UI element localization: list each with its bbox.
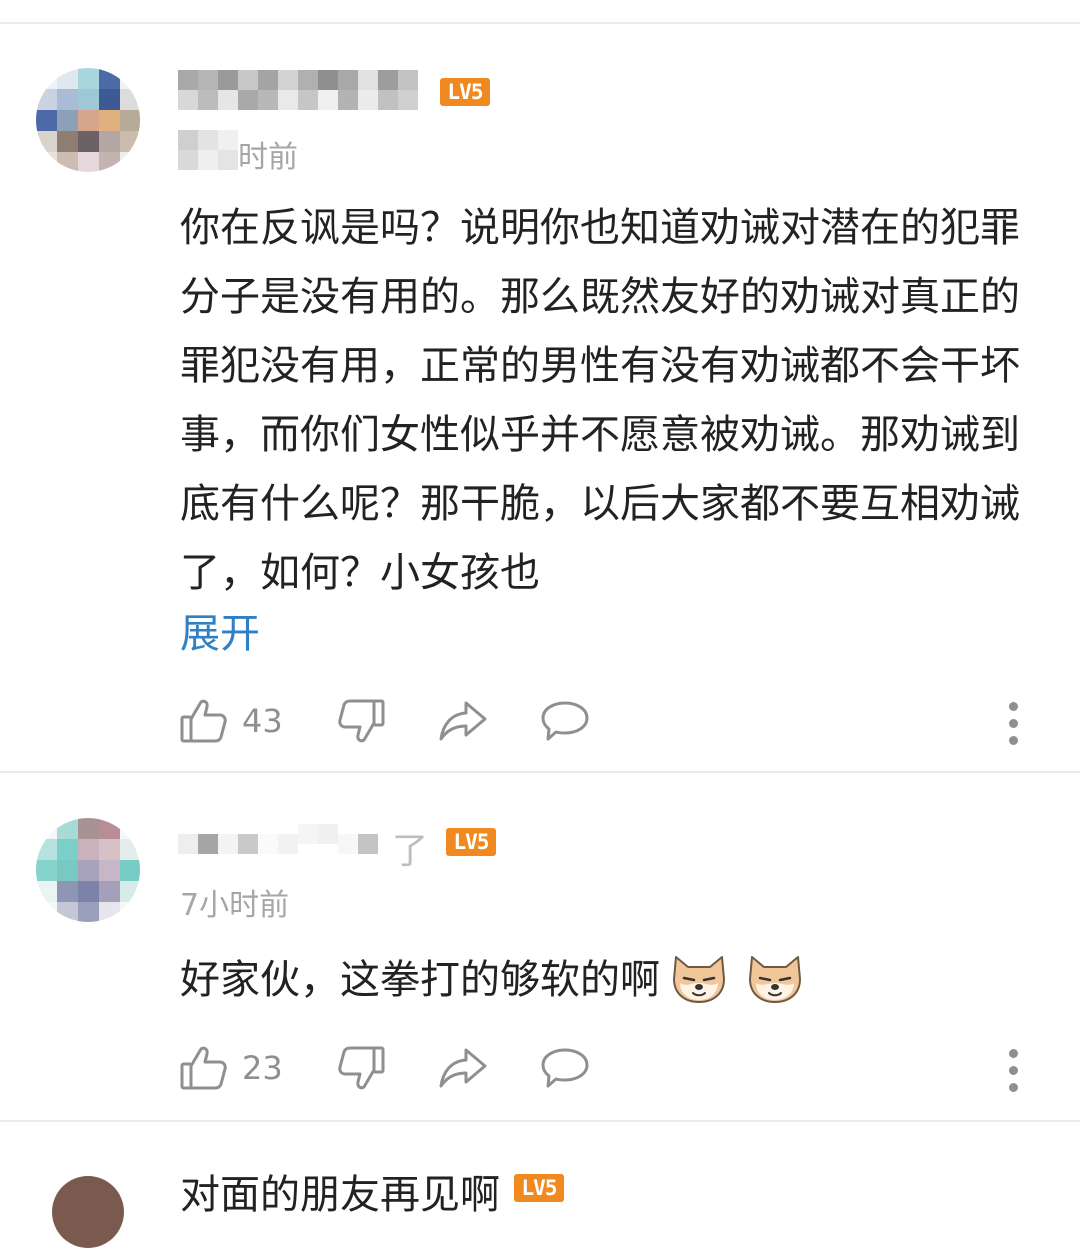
like-count: 23 [242, 1049, 283, 1087]
top-divider [0, 22, 1080, 24]
doge-icon [670, 953, 728, 1005]
reply-button[interactable] [540, 700, 590, 742]
dislike-button[interactable] [337, 1045, 385, 1091]
comment-time: 时前 [238, 140, 298, 175]
username-redacted[interactable] [178, 70, 428, 110]
thumbs-down-icon [337, 1045, 385, 1091]
doge-icon [746, 953, 804, 1005]
comment-text-content: 好家伙，这拳打的够软的啊 [180, 957, 660, 1003]
level-badge: LV5 [446, 828, 496, 856]
expand-link[interactable]: 展开 [180, 600, 260, 669]
share-button[interactable] [438, 700, 488, 742]
level-badge: LV5 [514, 1174, 564, 1202]
comment-divider [0, 1120, 1080, 1122]
comment-icon [540, 1047, 590, 1089]
like-button[interactable]: 43 [180, 698, 283, 744]
thumbs-up-icon [180, 1045, 228, 1091]
share-icon [438, 1047, 488, 1089]
share-button[interactable] [438, 1047, 488, 1089]
more-icon[interactable] [1009, 1049, 1019, 1100]
time-redacted [178, 130, 238, 170]
dislike-button[interactable] [337, 698, 385, 744]
comment-divider [0, 771, 1080, 773]
reply-button[interactable] [540, 1047, 590, 1089]
thumbs-down-icon [337, 698, 385, 744]
comment-text: 你在反讽是吗？说明你也知道劝诫对潜在的犯罪分子是没有用的。那么既然友好的劝诫对真… [180, 205, 1020, 596]
avatar[interactable] [36, 68, 140, 172]
comment-time: 7小时前 [180, 888, 290, 923]
share-icon [438, 700, 488, 742]
thumbs-up-icon [180, 698, 228, 744]
username-visible-part[interactable]: 了 [392, 822, 428, 874]
like-button[interactable]: 23 [180, 1045, 283, 1091]
comment-text: 好家伙，这拳打的够软的啊 [180, 946, 1040, 1015]
avatar[interactable] [52, 1176, 124, 1248]
comment-icon [540, 700, 590, 742]
like-count: 43 [242, 702, 283, 740]
username[interactable]: 对面的朋友再见啊 [180, 1162, 500, 1220]
username-redacted[interactable] [178, 824, 398, 864]
avatar[interactable] [36, 818, 140, 922]
level-badge: LV5 [440, 78, 490, 106]
more-icon[interactable] [1009, 702, 1019, 753]
